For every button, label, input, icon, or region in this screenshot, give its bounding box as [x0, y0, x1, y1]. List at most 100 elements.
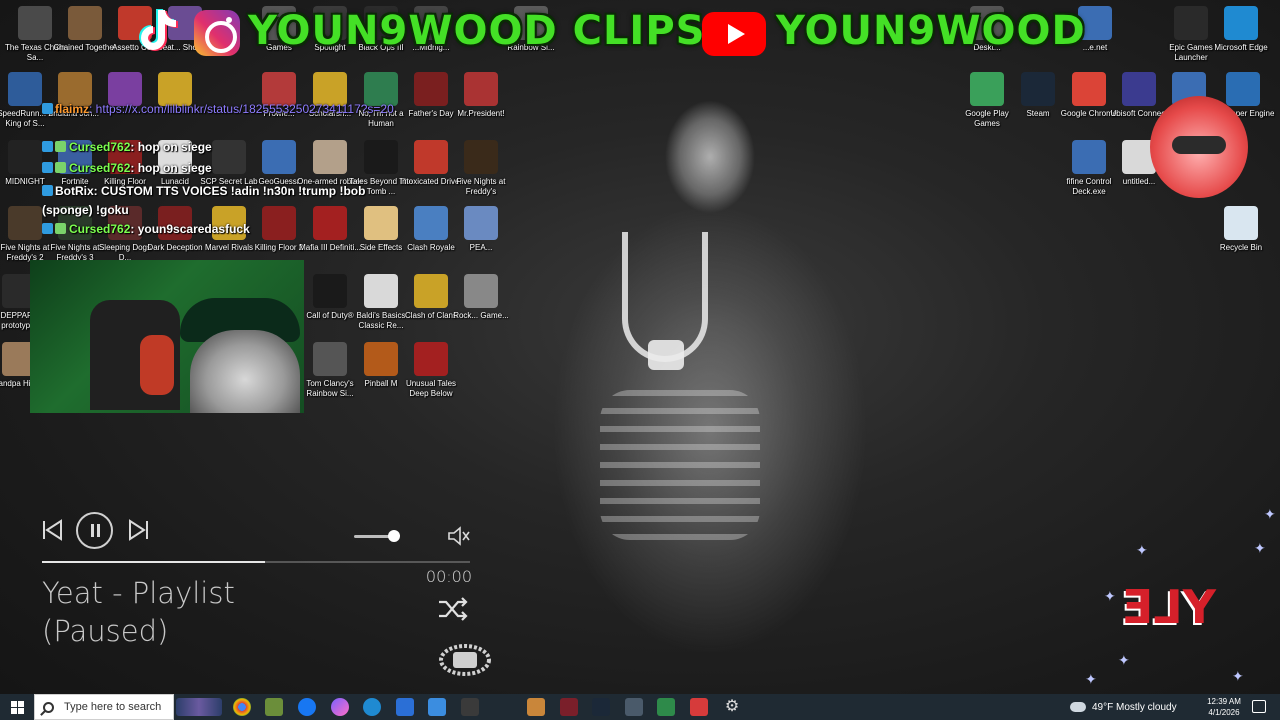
app-icon[interactable]	[657, 698, 675, 716]
desktop-icon-label: Mr.President!	[457, 109, 505, 118]
chat-message: Cursed762: hop on siege	[42, 161, 212, 175]
badge-icon	[42, 141, 53, 152]
desktop-icon[interactable]: Recycle Bin	[1208, 206, 1274, 253]
taskbar-search[interactable]: Type here to search	[34, 694, 174, 720]
desktop-icon-label: Recycle Bin	[1219, 243, 1263, 252]
steam-icon[interactable]	[592, 698, 610, 716]
webcam-overlay	[30, 260, 304, 413]
sparkle-icon: ✦	[1085, 671, 1097, 687]
app-icon	[1224, 6, 1258, 40]
notification-icon[interactable]	[1252, 700, 1266, 713]
app-icon	[108, 72, 142, 106]
search-placeholder: Type here to search	[64, 701, 162, 713]
app-icon	[212, 140, 246, 174]
app-icon	[313, 72, 347, 106]
desktop-icon[interactable]: Microsoft Edge	[1208, 6, 1274, 53]
mascot-logo	[1150, 96, 1248, 198]
youtube-icon	[702, 12, 766, 56]
app-icon[interactable]	[461, 698, 479, 716]
yle-logo: YLE	[1122, 580, 1217, 634]
chat-username: BotRix	[55, 184, 94, 198]
app-icon	[313, 140, 347, 174]
sparkle-icon: ✦	[1136, 542, 1148, 558]
chat-text: : youn9scaredasfuck	[130, 222, 250, 236]
facebook-icon[interactable]	[298, 698, 316, 716]
settings-icon[interactable]: ⚙	[723, 698, 741, 716]
app-icon	[414, 274, 448, 308]
wallpaper-pendant	[648, 340, 684, 370]
app-icon[interactable]	[690, 698, 708, 716]
social-banner: YOUN9WOOD CLIPS YOUN9WOOD	[130, 4, 1090, 62]
badge-icon	[42, 162, 53, 173]
copilot-icon[interactable]	[331, 698, 349, 716]
badge-icon	[42, 223, 53, 234]
chat-username: Cursed762	[69, 140, 131, 154]
app-icon	[364, 72, 398, 106]
taskbar: Type here to search ⚙ 49°F Mostly cloudy…	[0, 694, 1280, 720]
minecraft-icon[interactable]	[265, 698, 283, 716]
chat-message: Cursed762: hop on siege	[42, 140, 212, 154]
badge-icon	[42, 103, 53, 114]
app-icon	[414, 342, 448, 376]
edge-icon[interactable]	[363, 698, 381, 716]
chat-text: : https://x.com/lilblinkr/status/1825553…	[89, 102, 394, 116]
banner-handle-youtube: YOUN9WOOD	[776, 8, 1086, 54]
app-icon	[262, 72, 296, 106]
search-icon	[43, 701, 54, 713]
app-icon[interactable]	[560, 698, 578, 716]
wallpaper-ribs	[600, 390, 760, 540]
app-icon	[68, 6, 102, 40]
desktop-icon-label: Five Nights at Freddy's	[456, 177, 506, 196]
desktop-icon-label: Rock... Game...	[453, 311, 509, 320]
desktop-icon[interactable]: Unusual Tales Deep Below	[398, 342, 464, 399]
app-icon	[364, 342, 398, 376]
app-icon	[464, 274, 498, 308]
chrome-icon[interactable]	[233, 698, 251, 716]
taskbar-widget-image[interactable]	[176, 698, 222, 716]
weather-widget[interactable]: 49°F Mostly cloudy	[1070, 694, 1177, 720]
volume-slider-thumb[interactable]	[388, 530, 400, 542]
app-icon[interactable]	[625, 698, 643, 716]
track-title: Yeat - Playlist	[42, 576, 235, 610]
track-status: (Paused)	[42, 614, 169, 648]
sparkle-icon: ✦	[1104, 588, 1116, 604]
app-icon	[1021, 72, 1055, 106]
chat-username: flaimz	[55, 102, 90, 116]
desktop-icon[interactable]: Rock... Game...	[448, 274, 514, 321]
badge-icon	[55, 162, 66, 173]
desktop-icon-label: PEA...	[469, 243, 493, 252]
previous-track-icon[interactable]	[40, 518, 64, 542]
chat-message: flaimz: https://x.com/lilblinkr/status/1…	[42, 102, 394, 116]
start-button[interactable]	[0, 694, 34, 720]
sparkle-icon: ✦	[1254, 540, 1266, 556]
chat-username: Cursed762	[69, 222, 131, 236]
playback-progress[interactable]	[42, 561, 470, 563]
file-explorer-icon[interactable]	[396, 698, 414, 716]
mute-icon[interactable]	[447, 525, 471, 547]
wallpaper-figure	[430, 70, 990, 690]
app-icon	[1226, 72, 1260, 106]
desktop-icon-label: Unusual Tales Deep Below	[405, 379, 457, 398]
badge-icon	[42, 185, 53, 196]
app-icon	[464, 72, 498, 106]
app-icon	[414, 72, 448, 106]
app-icon	[262, 140, 296, 174]
chat-username: Cursed762	[69, 161, 131, 175]
desktop-icon[interactable]: Mr.President!	[448, 72, 514, 119]
app-icon	[8, 72, 42, 106]
desktop-icon[interactable]: Five Nights at Freddy's	[448, 140, 514, 197]
desktop-icon[interactable]: PEA...	[448, 206, 514, 253]
desktop-icon-label: Microsoft Edge	[1214, 43, 1268, 52]
sparkle-icon: ✦	[1118, 652, 1130, 668]
shuffle-icon[interactable]	[437, 596, 469, 622]
folder-icon[interactable]	[527, 698, 545, 716]
app-icon	[8, 140, 42, 174]
next-track-icon[interactable]	[127, 518, 151, 542]
mail-icon[interactable]	[428, 698, 446, 716]
app-icon	[158, 72, 192, 106]
app-icon	[464, 140, 498, 174]
pause-button[interactable]	[76, 512, 113, 549]
taskbar-clock[interactable]: 12:39 AM 4/1/2026	[1206, 696, 1242, 718]
chat-text: : hop on siege	[130, 140, 212, 154]
chat-message: BotRix: CUSTOM TTS VOICES !adin !n30n !t…	[42, 182, 372, 220]
